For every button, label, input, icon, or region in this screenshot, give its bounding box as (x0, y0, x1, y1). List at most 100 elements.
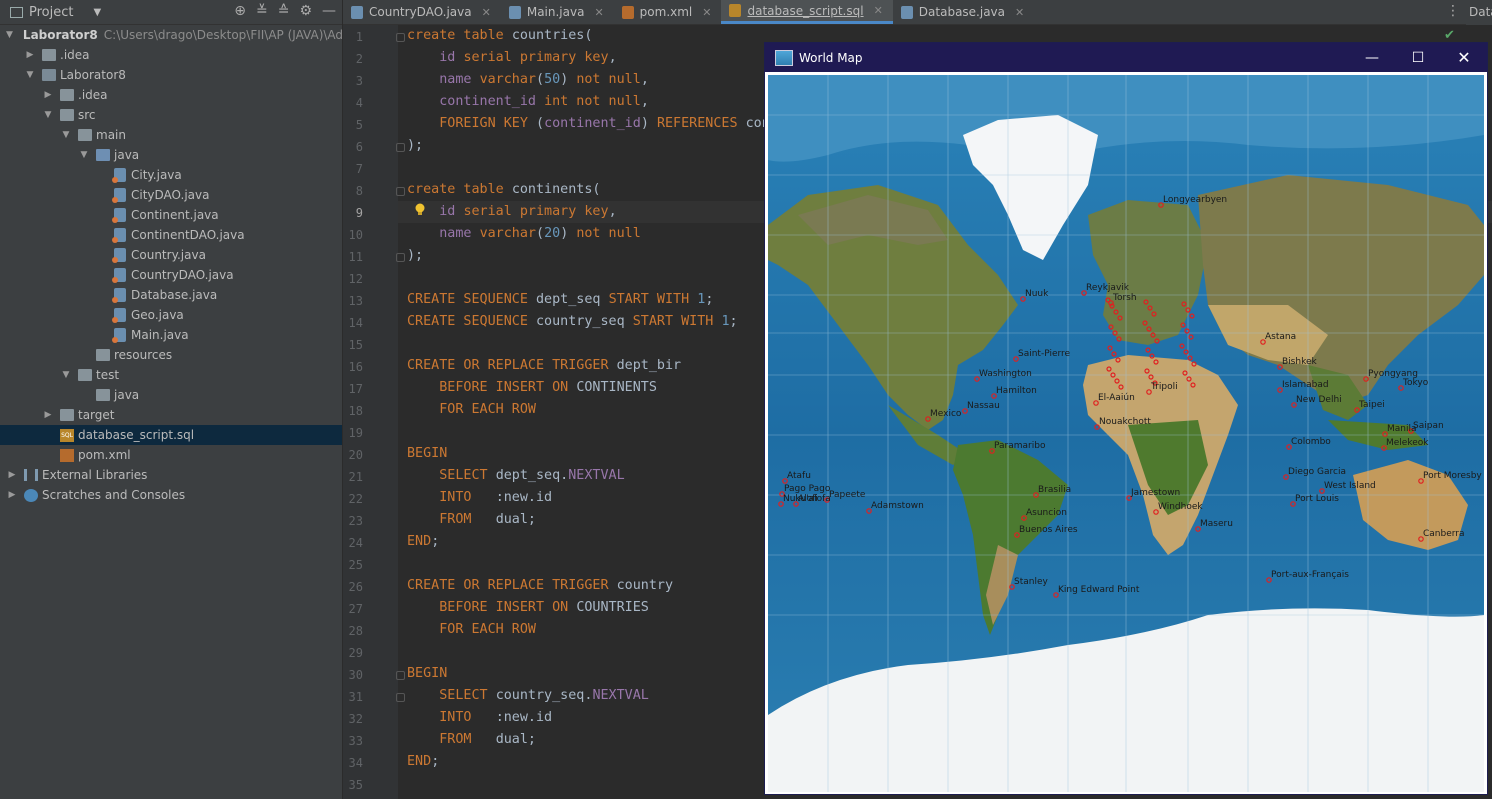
fold-marker-icon[interactable] (396, 187, 405, 196)
tree-item[interactable]: Main.java (0, 325, 342, 345)
chevron-right-icon[interactable]: ▶ (42, 410, 54, 420)
code-line[interactable]: CREATE SEQUENCE dept_seq START WITH 1; (407, 292, 713, 307)
tree-item[interactable]: ▶ External Libraries (0, 465, 342, 485)
code-line[interactable]: BEGIN (407, 446, 447, 461)
project-view-selector[interactable]: Project ▼ (10, 5, 101, 20)
editor-tab[interactable]: Main.java ✕ (501, 0, 614, 24)
code-line[interactable]: id serial primary key, (407, 50, 616, 65)
tree-item[interactable]: ContinentDAO.java (0, 225, 342, 245)
code-line[interactable]: create table continents( (407, 182, 601, 197)
fold-marker-icon[interactable] (396, 671, 405, 680)
chevron-right-icon[interactable]: ▶ (6, 490, 18, 500)
expand-all-icon[interactable]: ≚ (256, 3, 268, 19)
code-line[interactable]: CREATE OR REPLACE TRIGGER country (407, 578, 673, 593)
tree-item[interactable]: ▼ java (0, 145, 342, 165)
tree-item[interactable]: pom.xml (0, 445, 342, 465)
code-line[interactable]: id serial primary key, (407, 204, 616, 219)
intention-bulb-icon[interactable] (415, 203, 425, 216)
code-line[interactable]: END; (407, 534, 439, 549)
tree-item[interactable]: java (0, 385, 342, 405)
code-line[interactable]: INTO :new.id (407, 710, 552, 725)
code-line[interactable]: BEFORE INSERT ON CONTINENTS (407, 380, 657, 395)
database-tool-button[interactable]: Data (1469, 5, 1492, 19)
code-line[interactable]: FOR EACH ROW (407, 622, 536, 637)
editor-tab[interactable]: Database.java ✕ (893, 0, 1034, 24)
code-line[interactable]: create table countries( (407, 28, 592, 43)
tree-item[interactable]: ▶ target (0, 405, 342, 425)
chevron-down-icon[interactable]: ▼ (42, 110, 54, 120)
tree-item[interactable]: CountryDAO.java (0, 265, 342, 285)
tree-item[interactable]: resources (0, 345, 342, 365)
tree-item[interactable]: ▶ .idea (0, 45, 342, 65)
minimize-button[interactable]: — (1349, 43, 1395, 72)
chevron-right-icon[interactable]: ▶ (6, 470, 18, 480)
tree-item[interactable]: Geo.java (0, 305, 342, 325)
tree-item[interactable]: ▼ test (0, 365, 342, 385)
code-line[interactable]: CREATE SEQUENCE country_seq START WITH 1… (407, 314, 738, 329)
code-line[interactable]: FROM dual; (407, 732, 536, 747)
chevron-right-icon[interactable]: ▶ (42, 90, 54, 100)
world-map-canvas[interactable]: Longyearbyen Nuuk Reykjavik Torsh Saint-Pier… (768, 75, 1484, 792)
code-line[interactable]: SELECT country_seq.NEXTVAL (407, 688, 649, 703)
editor-tab[interactable]: pom.xml ✕ (614, 0, 722, 24)
chevron-down-icon[interactable]: ▼ (24, 70, 36, 80)
locate-file-icon[interactable]: ⊕ (234, 3, 246, 19)
tree-item[interactable]: Database.java (0, 285, 342, 305)
code-line[interactable]: FOR EACH ROW (407, 402, 536, 417)
tree-item[interactable]: ▶ Scratches and Consoles (0, 485, 342, 505)
fold-marker-icon[interactable] (396, 253, 405, 262)
code-line[interactable]: ); (407, 248, 423, 263)
tree-item[interactable]: Continent.java (0, 205, 342, 225)
chevron-down-icon[interactable]: ▼ (60, 130, 72, 140)
tree-item[interactable]: ▼ Laborator8 (0, 65, 342, 85)
chevron-down-icon[interactable]: ▼ (78, 150, 90, 160)
map-window-titlebar[interactable]: World Map — ☐ ✕ (765, 43, 1487, 72)
code-line[interactable]: ); (407, 138, 423, 153)
chevron-down-icon[interactable]: ▼ (93, 7, 101, 18)
more-tabs-icon[interactable]: ⋮ (1446, 3, 1460, 19)
close-tab-icon[interactable]: ✕ (482, 6, 491, 19)
editor-tab[interactable]: database_script.sql ✕ (721, 0, 893, 24)
collapse-all-icon[interactable]: ≙ (278, 3, 290, 19)
line-number: 34 (348, 756, 363, 770)
tree-item[interactable]: CityDAO.java (0, 185, 342, 205)
code-line[interactable]: CREATE OR REPLACE TRIGGER dept_bir (407, 358, 681, 373)
code-line[interactable]: INTO :new.id (407, 490, 552, 505)
gear-icon[interactable]: ⚙ (299, 3, 312, 19)
close-button[interactable]: ✕ (1441, 43, 1487, 72)
code-line[interactable]: END; (407, 754, 439, 769)
line-number: 11 (348, 250, 363, 264)
code-line[interactable]: BEGIN (407, 666, 447, 681)
fold-marker-icon[interactable] (396, 143, 405, 152)
close-tab-icon[interactable]: ✕ (594, 6, 603, 19)
tree-item[interactable]: ▼ Laborator8 C:\Users\drago\Desktop\FII\AP… (0, 25, 357, 45)
hide-panel-icon[interactable]: — (322, 3, 336, 19)
chevron-down-icon[interactable]: ▼ (60, 370, 72, 380)
code-line[interactable]: name varchar(50) not null, (407, 72, 649, 87)
city-label: Brasilia (1038, 485, 1072, 495)
tree-item[interactable]: City.java (0, 165, 342, 185)
close-tab-icon[interactable]: ✕ (874, 4, 883, 17)
tree-item[interactable]: Country.java (0, 245, 342, 265)
fold-marker-icon[interactable] (396, 693, 405, 702)
tree-item-label: Geo.java (131, 308, 184, 322)
close-tab-icon[interactable]: ✕ (702, 6, 711, 19)
module-folder-icon (42, 69, 56, 81)
tree-item[interactable]: ▼ main (0, 125, 342, 145)
tree-item[interactable]: ▶ .idea (0, 85, 342, 105)
close-tab-icon[interactable]: ✕ (1015, 6, 1024, 19)
code-line[interactable]: name varchar(20) not null (407, 226, 641, 241)
code-line[interactable]: continent_id int not null, (407, 94, 649, 109)
code-line[interactable]: BEFORE INSERT ON COUNTRIES (407, 600, 649, 615)
chevron-right-icon[interactable]: ▶ (24, 50, 36, 60)
maximize-button[interactable]: ☐ (1395, 43, 1441, 72)
code-line[interactable]: FOREIGN KEY (continent_id) REFERENCES co… (407, 116, 770, 131)
editor-tab[interactable]: CountryDAO.java ✕ (343, 0, 501, 24)
chevron-down-icon[interactable]: ▼ (6, 30, 13, 40)
check-mark-icon: ✔ (1444, 28, 1455, 43)
fold-marker-icon[interactable] (396, 33, 405, 42)
code-line[interactable]: SELECT dept_seq.NEXTVAL (407, 468, 624, 483)
code-line[interactable]: FROM dual; (407, 512, 536, 527)
tree-item[interactable]: ▼ src (0, 105, 342, 125)
tree-item[interactable]: SQL database_script.sql (0, 425, 342, 445)
